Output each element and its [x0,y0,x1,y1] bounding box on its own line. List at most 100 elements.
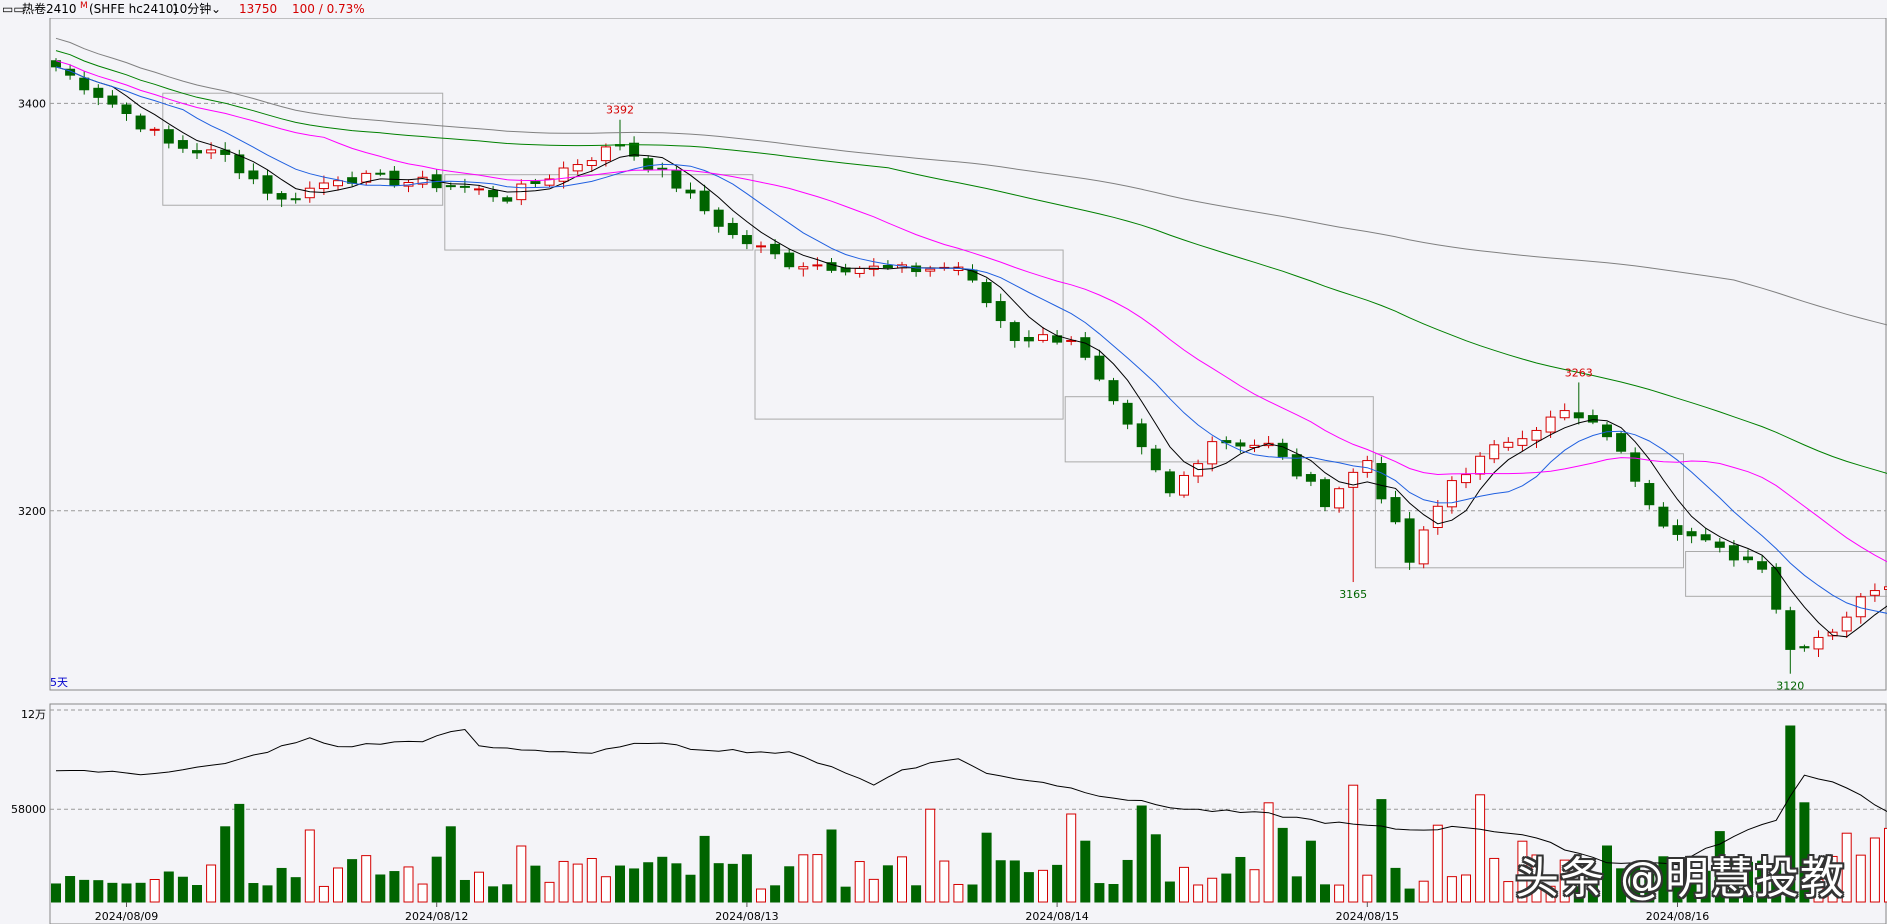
candle-body [699,190,710,212]
candle-body [1475,455,1486,475]
candle-body [981,282,992,304]
contract-code: (SHFE hc2410) [89,2,179,16]
volume-bar [1179,866,1189,903]
candle-body [727,222,738,236]
volume-bar [558,860,569,903]
volume-bar [163,871,174,903]
candle [1771,563,1782,614]
candle-body [234,154,245,174]
volume-bar [1193,884,1204,903]
candle [1376,456,1387,504]
candle-body [713,209,724,227]
volume-bar [488,886,499,903]
volume-bar [1023,872,1034,903]
volume-bar [1094,883,1105,903]
candle-body [1362,460,1373,473]
candle-body [1700,534,1711,541]
volume-bar [220,826,231,903]
volume-bar [812,854,823,903]
volume-bar [685,874,696,903]
candle-body [925,268,936,272]
candle-body [248,170,259,180]
volume-bar [51,883,61,903]
chart-canvas[interactable]: 3392316532633120 3400 3200 5天 12万 58000 … [0,18,1887,924]
x-tick-label: 2024/08/14 [1025,910,1088,923]
candle-body [93,87,104,98]
volume-bar [445,826,456,903]
candle-body [206,149,217,154]
volume-bar [882,865,893,903]
y-tick-label: 3400 [18,97,46,110]
candle [1630,447,1641,487]
period-selector[interactable]: 10分钟 [172,0,211,18]
candle-body [1813,636,1824,650]
volume-bar [1207,877,1218,903]
range-mode-label[interactable]: 5天 [50,676,68,689]
x-tick-label: 2024/08/09 [95,910,158,923]
volume-bar [1122,859,1133,903]
candle-body [685,189,696,194]
volume-bar [530,865,541,903]
candle-body [798,266,809,270]
volume-bar [1334,884,1345,903]
price-change: 100 / 0.73% [292,2,365,16]
price-pane [49,18,1887,691]
candle-body [149,128,160,131]
price-annotation: 3392 [606,104,634,117]
candle-body [671,170,682,189]
volume-bar [1475,794,1486,903]
candle-body [262,175,273,194]
volume-bar [276,867,287,903]
candle-body [304,187,315,199]
candle-body [1658,506,1669,527]
volume-bar [897,856,907,903]
volume-bar [1390,867,1401,903]
candle [1164,468,1175,497]
volume-bar [544,881,555,903]
volume-bar [93,880,104,903]
candle-body [276,193,287,200]
candle-body [854,267,865,274]
candle-body [333,180,343,187]
volume-bar [643,862,654,903]
candle-body [911,265,922,273]
candle-body [1686,531,1697,537]
contract-name[interactable]: 热卷2410 [22,0,77,18]
volume-bar [939,860,950,903]
candle-body [1334,488,1345,509]
volume-bar [192,885,202,903]
volume-bar [121,883,132,903]
candle-body [1164,471,1175,494]
candle-body [135,115,146,130]
volume-bar [1235,856,1246,903]
candle-body [1573,412,1584,419]
candle-body [530,181,541,184]
volume-bar [403,866,414,903]
chevron-down-icon[interactable]: ⌄ [211,0,221,18]
candle-body [474,188,484,191]
volume-tick-label: 12万 [21,708,46,721]
volume-bar [1009,860,1020,903]
volume-bar [516,845,527,903]
volume-bar [1277,827,1288,903]
candle-body [643,158,654,171]
candle-body [1461,474,1471,484]
volume-bar [1869,837,1880,903]
volume-bar [1418,880,1429,903]
candle-body [1503,441,1514,448]
candle-body [163,129,174,144]
candle-body [1376,463,1387,500]
candle-body [1320,479,1330,508]
volume-bar [79,879,90,903]
volume-bar [459,879,470,903]
candle-body [1714,541,1725,548]
volume-bar [826,829,837,903]
candle-body [1531,429,1542,441]
candle-body [502,197,513,202]
y-tick-label: 3200 [18,505,46,518]
volume-bar [1066,813,1077,903]
candle-body [657,167,668,170]
candle-body [389,170,400,186]
candle-body [1841,616,1852,632]
volume-bar [1348,784,1359,903]
